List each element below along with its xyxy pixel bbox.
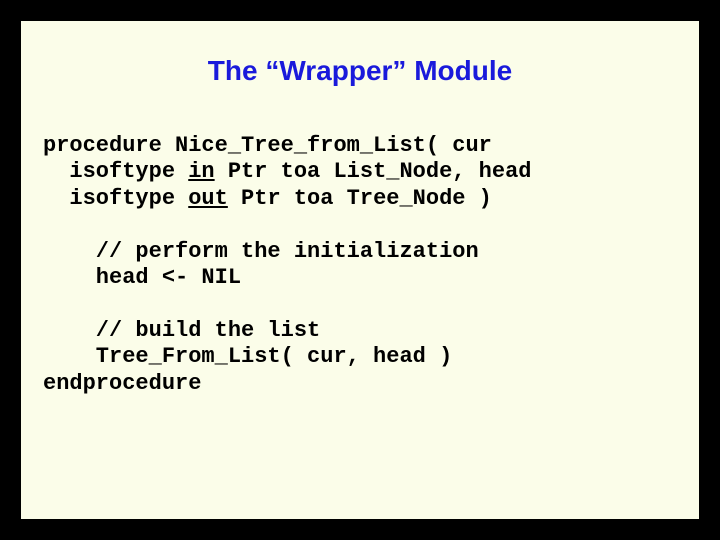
- code-line-3c: Ptr toa Tree_Node ): [228, 186, 492, 211]
- slide-frame: The “Wrapper” Module procedure Nice_Tree…: [0, 0, 720, 540]
- code-block: procedure Nice_Tree_from_List( cur isoft…: [43, 133, 677, 397]
- code-line-7: Tree_From_List( cur, head ): [43, 344, 452, 369]
- code-line-1: procedure Nice_Tree_from_List( cur: [43, 133, 492, 158]
- code-line-5: head <- NIL: [43, 265, 241, 290]
- slide-content: The “Wrapper” Module procedure Nice_Tree…: [18, 18, 702, 522]
- slide-title: The “Wrapper” Module: [43, 55, 677, 87]
- keyword-in: in: [188, 159, 214, 184]
- code-line-3a: isoftype: [43, 186, 188, 211]
- code-line-8: endprocedure: [43, 371, 201, 396]
- code-line-2c: Ptr toa List_Node, head: [215, 159, 532, 184]
- code-line-6: // build the list: [43, 318, 320, 343]
- code-line-4: // perform the initialization: [43, 239, 479, 264]
- code-line-2a: isoftype: [43, 159, 188, 184]
- keyword-out: out: [188, 186, 228, 211]
